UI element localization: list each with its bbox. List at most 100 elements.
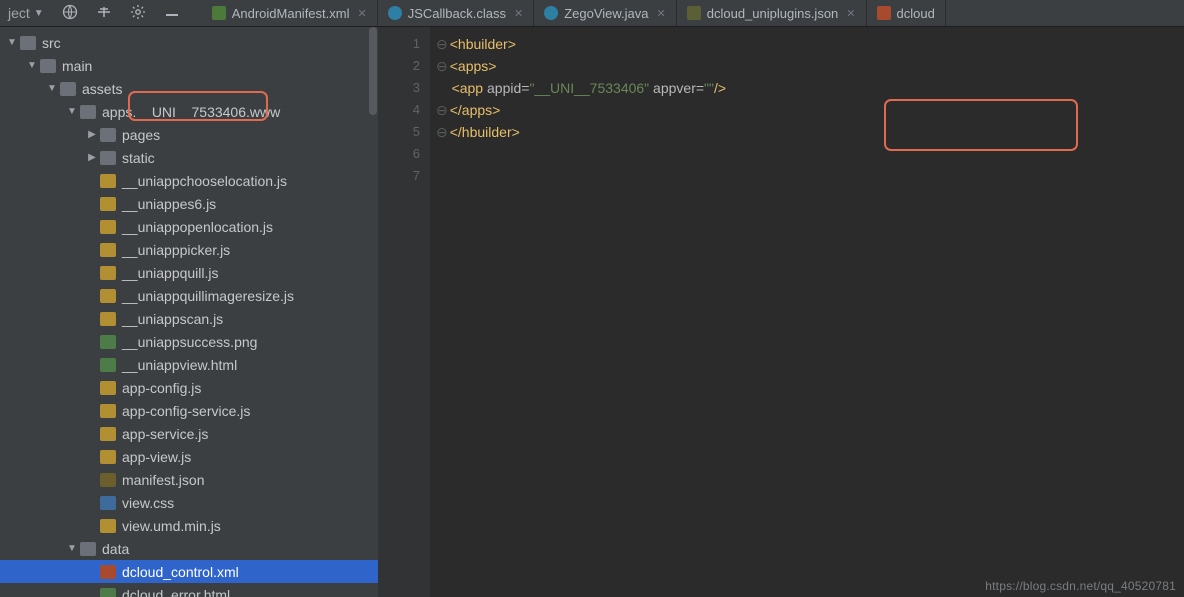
tree-row[interactable]: data [0, 537, 378, 560]
chevron-right-icon[interactable] [86, 152, 98, 163]
watermark-text: https://blog.csdn.net/qq_40520781 [985, 579, 1176, 593]
xml-tag: /> [714, 80, 726, 96]
line-number: 6 [378, 143, 420, 165]
file-icon [100, 588, 116, 597]
editor-tab[interactable]: AndroidManifest.xml✕ [202, 0, 378, 26]
tree-row[interactable]: static [0, 146, 378, 169]
file-icon [100, 289, 116, 303]
file-type-icon [544, 6, 558, 20]
tree-row[interactable]: __uniappquillimageresize.js [0, 284, 378, 307]
file-icon [100, 174, 116, 188]
tree-label: data [102, 541, 129, 557]
tree-row[interactable]: apps.__UNI__7533406.www [0, 100, 378, 123]
tree-row[interactable]: app-service.js [0, 422, 378, 445]
tree-row[interactable]: dcloud_error.html [0, 583, 378, 597]
xml-attr: appid [487, 80, 521, 96]
tree-label: __uniappes6.js [122, 196, 216, 212]
tab-label: ZegoView.java [564, 6, 648, 21]
structure-icon[interactable] [96, 4, 112, 23]
chevron-down-icon[interactable] [66, 106, 78, 117]
tree-label: apps.__UNI__7533406.www [102, 104, 280, 120]
tree-label: app-config-service.js [122, 403, 250, 419]
chevron-down-icon[interactable] [6, 37, 18, 48]
tree-label: dcloud_error.html [122, 587, 230, 597]
file-icon [100, 151, 116, 165]
file-icon [100, 243, 116, 257]
close-icon[interactable]: ✕ [514, 7, 523, 20]
editor-tab[interactable]: JSCallback.class ✕ [378, 0, 534, 26]
close-icon[interactable]: ✕ [657, 7, 666, 20]
code-area[interactable]: ⊖<hbuilder> ⊖<apps> <app appid="__UNI__7… [430, 27, 1184, 597]
chevron-down-icon: ▼ [34, 8, 44, 19]
tree-row[interactable]: view.css [0, 491, 378, 514]
tree-row[interactable]: dcloud_control.xml [0, 560, 378, 583]
file-icon [100, 128, 116, 142]
file-icon [100, 312, 116, 326]
chevron-down-icon[interactable] [26, 60, 38, 71]
tree-row[interactable]: __uniapppicker.js [0, 238, 378, 261]
editor-tab[interactable]: dcloud_uniplugins.json ✕ [677, 0, 867, 26]
tree-row[interactable]: assets [0, 77, 378, 100]
file-icon [100, 335, 116, 349]
tree-row[interactable]: __uniappview.html [0, 353, 378, 376]
gear-icon[interactable] [130, 4, 146, 23]
tree-label: static [122, 150, 155, 166]
file-icon [100, 404, 116, 418]
line-number: 1 [378, 33, 420, 55]
file-type-icon [687, 6, 701, 20]
tree-label: app-view.js [122, 449, 191, 465]
tree-label: src [42, 35, 61, 51]
tree-label: main [62, 58, 92, 74]
tree-row[interactable]: app-config.js [0, 376, 378, 399]
tree-label: __uniapppicker.js [122, 242, 230, 258]
close-icon[interactable]: ✕ [357, 7, 366, 20]
tree-row[interactable]: manifest.json [0, 468, 378, 491]
tree-row[interactable]: app-view.js [0, 445, 378, 468]
tab-label: JSCallback.class [408, 6, 506, 21]
file-icon [100, 381, 116, 395]
tree-label: assets [82, 81, 122, 97]
line-number: 4 [378, 99, 420, 121]
line-number: 7 [378, 165, 420, 187]
tree-row[interactable]: src [0, 31, 378, 54]
file-icon [100, 519, 116, 533]
chevron-right-icon[interactable] [86, 129, 98, 140]
xml-tag: <apps> [450, 58, 497, 74]
tree-row[interactable]: app-config-service.js [0, 399, 378, 422]
project-tree[interactable]: srcmain assets apps.__UNI__7533406.wwwpage… [0, 27, 378, 597]
tree-row[interactable]: __uniappchooselocation.js [0, 169, 378, 192]
xml-value: "" [704, 80, 714, 96]
close-icon[interactable]: ✕ [846, 7, 855, 20]
chevron-down-icon[interactable] [66, 543, 78, 554]
globe-icon[interactable] [62, 4, 78, 23]
tree-label: view.css [122, 495, 174, 511]
file-type-icon [877, 6, 891, 20]
chevron-down-icon[interactable] [46, 83, 58, 94]
file-icon [100, 266, 116, 280]
file-icon [60, 82, 76, 96]
editor-tab[interactable]: dcloud [867, 0, 946, 26]
xml-tag: <app [452, 80, 484, 96]
tree-row[interactable]: __uniappquill.js [0, 261, 378, 284]
tree-label: app-config.js [122, 380, 201, 396]
tab-label: dcloud_uniplugins.json [707, 6, 839, 21]
project-selector[interactable]: ject ▼ [0, 0, 52, 26]
tree-label: __uniappquill.js [122, 265, 219, 281]
tree-row[interactable]: view.umd.min.js [0, 514, 378, 537]
sidebar-scrollbar[interactable] [368, 27, 378, 597]
tree-row[interactable]: __uniappes6.js [0, 192, 378, 215]
tree-row[interactable]: pages [0, 123, 378, 146]
tree-row[interactable]: __uniappopenlocation.js [0, 215, 378, 238]
tree-row[interactable]: main [0, 54, 378, 77]
file-icon [100, 473, 116, 487]
tree-row[interactable]: __uniappsuccess.png [0, 330, 378, 353]
tree-row[interactable]: __uniappscan.js [0, 307, 378, 330]
minimize-icon[interactable] [164, 4, 180, 23]
file-icon [100, 450, 116, 464]
file-type-icon [388, 6, 402, 20]
editor-tab[interactable]: ZegoView.java ✕ [534, 0, 677, 26]
line-number: 2 [378, 55, 420, 77]
tree-label: dcloud_control.xml [122, 564, 239, 580]
xml-tag: </apps> [450, 102, 501, 118]
code-editor[interactable]: 1234567 ⊖<hbuilder> ⊖<apps> <app appid="… [378, 27, 1184, 597]
